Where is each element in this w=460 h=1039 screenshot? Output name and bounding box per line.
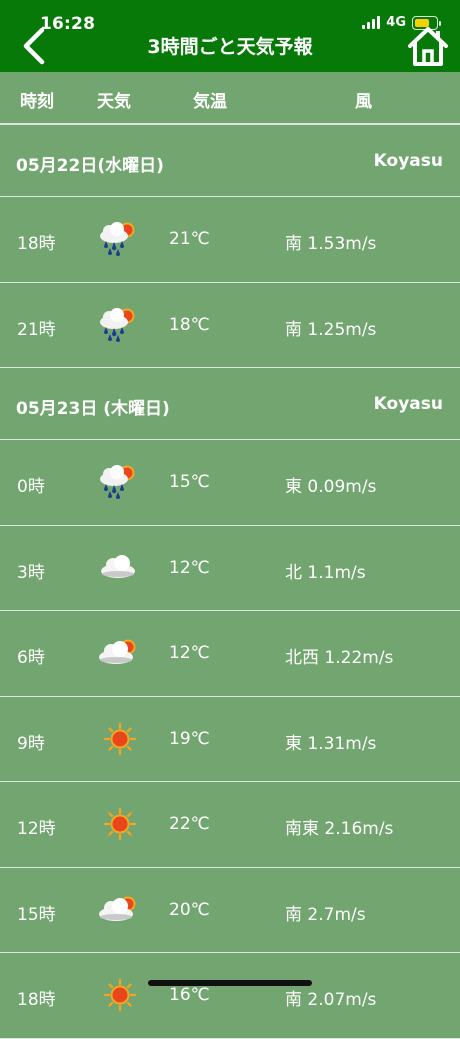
day-date: 05月22日(水曜日): [16, 156, 164, 176]
forecast-list[interactable]: 05月22日(水曜日) Koyasu 18時 21℃ 南 1.53m/s 21時 18℃ 南 …: [0, 125, 460, 1039]
home-indicator[interactable]: [148, 980, 312, 986]
column-wind: 風: [355, 92, 372, 112]
forecast-wind: 東 1.31m/s: [285, 733, 377, 754]
forecast-wind: 南東 2.16m/s: [285, 819, 394, 839]
sun-icon: [103, 807, 137, 841]
cloud-icon: [101, 554, 135, 578]
forecast-row: 21時 18℃ 南 1.25m/s: [0, 283, 460, 368]
forecast-row: 6時 12℃ 北西 1.22m/s: [0, 611, 460, 697]
forecast-time: 0時: [17, 477, 45, 497]
forecast-time: 21時: [17, 319, 56, 340]
forecast-time: 9時: [17, 733, 45, 754]
cloud-sun-icon: [99, 896, 136, 921]
column-time: 時刻: [20, 92, 54, 112]
rain-cloud-sun-icon: [100, 222, 135, 256]
forecast-temperature: 21℃: [169, 229, 210, 249]
forecast-row: 12時 22℃ 南東 2.16m/s: [0, 782, 460, 868]
forecast-temperature: 15℃: [169, 472, 210, 492]
column-temperature: 気温: [193, 92, 227, 112]
location-name: Koyasu: [373, 394, 443, 414]
forecast-temperature: 19℃: [169, 728, 210, 749]
forecast-time: 18時: [17, 234, 56, 254]
location-name: Koyasu: [373, 151, 443, 171]
forecast-temperature: 20℃: [169, 899, 210, 920]
forecast-time: 3時: [17, 562, 45, 583]
forecast-temperature: 12℃: [169, 557, 210, 578]
forecast-wind: 南 1.25m/s: [285, 319, 377, 340]
forecast-wind: 北 1.1m/s: [285, 562, 366, 583]
forecast-wind: 北西 1.22m/s: [285, 648, 394, 668]
forecast-time: 15時: [17, 904, 56, 925]
day-date: 05月23日 (木曜日): [16, 399, 170, 419]
forecast-time: 6時: [17, 648, 45, 668]
network-type: 4G: [386, 15, 406, 30]
day-header: 05月23日 (木曜日) Koyasu: [0, 368, 460, 440]
forecast-wind: 東 0.09m/s: [285, 477, 377, 497]
forecast-time: 18時: [17, 990, 56, 1010]
forecast-temperature: 22℃: [169, 814, 210, 834]
signal-icon: [362, 16, 381, 29]
forecast-temperature: 16℃: [169, 985, 210, 1005]
forecast-row: 18時 21℃ 南 1.53m/s: [0, 197, 460, 283]
rain-cloud-sun-icon: [100, 307, 135, 342]
day-header: 05月22日(水曜日) Koyasu: [0, 125, 460, 197]
navigation-bar: 16:28 4G 3時間ごと天気予報: [0, 0, 460, 72]
cloud-sun-icon: [99, 639, 136, 664]
home-button[interactable]: [406, 24, 450, 68]
home-icon: [408, 27, 448, 66]
sun-icon: [103, 978, 137, 1012]
column-weather: 天気: [97, 92, 131, 112]
column-header: 時刻 天気 気温 風: [0, 72, 460, 125]
forecast-temperature: 18℃: [169, 314, 210, 335]
forecast-wind: 南 1.53m/s: [285, 234, 377, 254]
page-title: 3時間ごと天気予報: [147, 36, 313, 58]
forecast-wind: 南 2.7m/s: [285, 904, 366, 925]
rain-cloud-sun-icon: [100, 465, 135, 499]
forecast-row: 0時 15℃ 東 0.09m/s: [0, 440, 460, 526]
forecast-row: 15時 20℃ 南 2.7m/s: [0, 868, 460, 953]
sun-icon: [103, 722, 137, 755]
forecast-row: 3時 12℃ 北 1.1m/s: [0, 526, 460, 611]
forecast-wind: 南 2.07m/s: [285, 990, 377, 1010]
forecast-temperature: 12℃: [169, 643, 210, 663]
forecast-row: 9時 19℃ 東 1.31m/s: [0, 697, 460, 782]
forecast-time: 12時: [17, 819, 56, 839]
